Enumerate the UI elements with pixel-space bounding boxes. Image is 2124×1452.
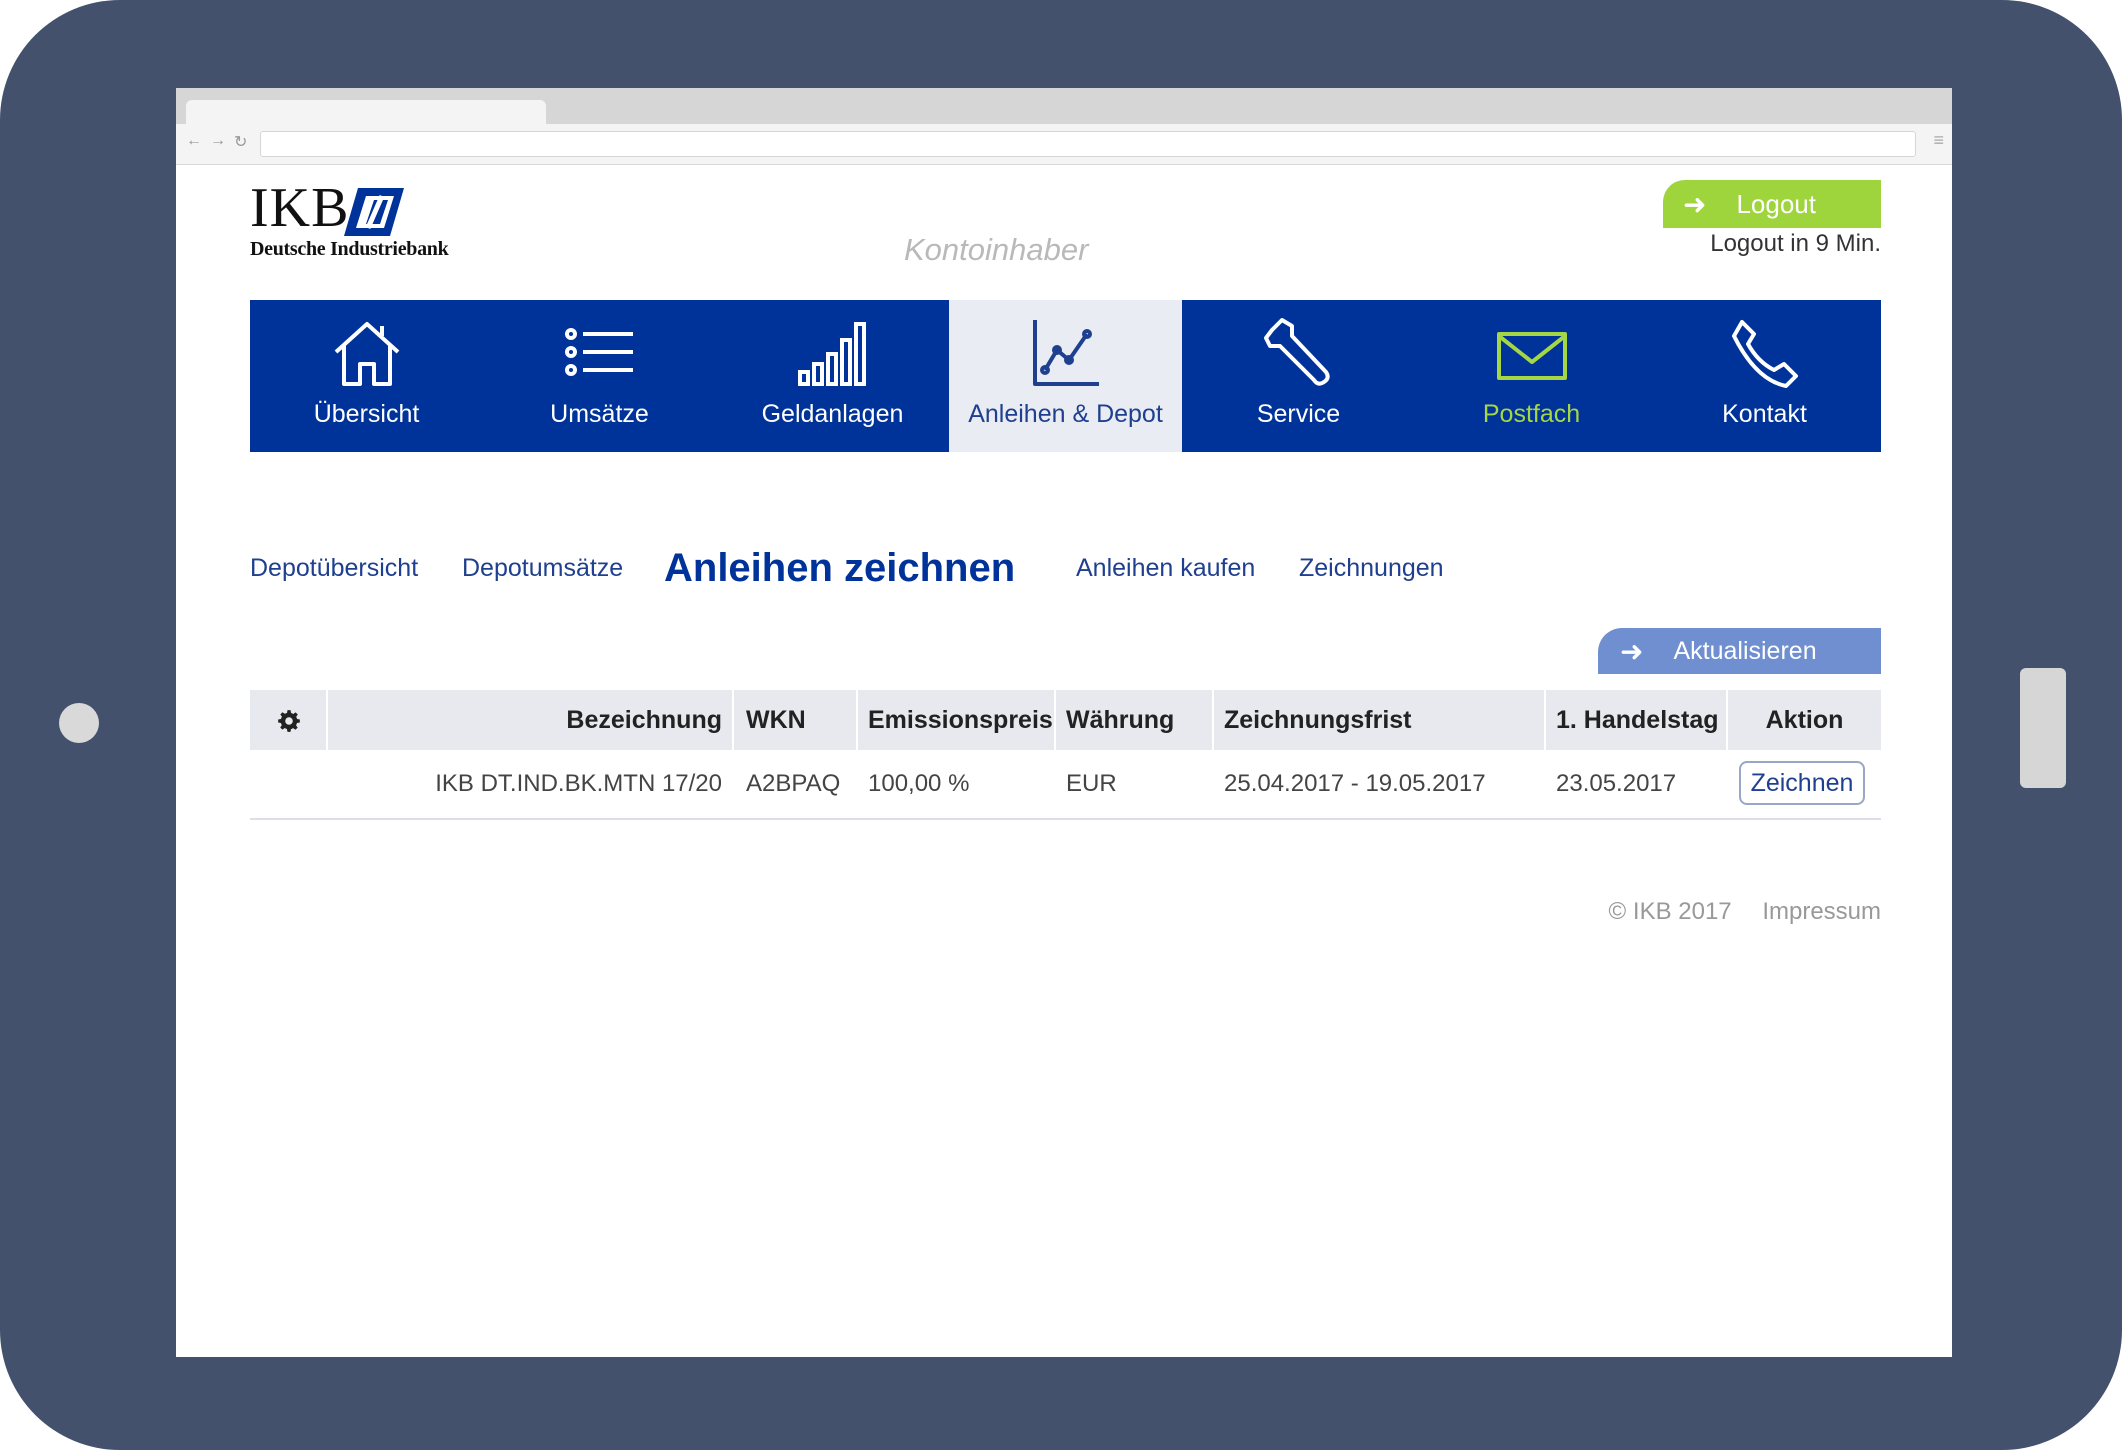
table-header: Bezeichnung WKN Emissionspreis Währung Z… xyxy=(250,690,1881,750)
tablet-side-button[interactable] xyxy=(2020,668,2066,788)
cell-wkn: A2BPAQ xyxy=(746,770,841,797)
main-nav: Übersicht Umsätze Geldanlagen Anleihen &… xyxy=(250,300,1881,452)
browser-tab[interactable] xyxy=(186,100,546,124)
cell-waehrung: EUR xyxy=(1066,770,1117,797)
column-header-handelstag[interactable]: 1. Handelstag xyxy=(1556,690,1719,750)
back-icon[interactable]: ← xyxy=(186,132,202,150)
nav-item-kontakt[interactable]: Kontakt xyxy=(1648,300,1881,452)
bond-table: Bezeichnung WKN Emissionspreis Währung Z… xyxy=(250,690,1881,820)
logo-brand: IKB xyxy=(250,177,350,239)
ikb-logo[interactable]: IKB Deutsche Industriebank xyxy=(250,180,450,260)
browser-menu-icon[interactable]: ≡ xyxy=(1933,130,1944,151)
browser-tab-strip xyxy=(176,88,1952,124)
logo-subtitle: Deutsche Industriebank xyxy=(250,238,449,260)
reload-icon[interactable]: ↻ xyxy=(234,132,247,152)
signal-bars-icon xyxy=(797,322,866,386)
nav-item-anleihen-depot[interactable]: Anleihen & Depot xyxy=(949,300,1182,452)
column-header-bezeichnung[interactable]: Bezeichnung xyxy=(328,690,722,750)
home-icon xyxy=(334,322,399,386)
cell-bezeichnung: IKB DT.IND.BK.MTN 17/20 xyxy=(435,770,722,797)
column-divider xyxy=(1054,690,1056,750)
nav-item-label: Übersicht xyxy=(313,400,420,428)
impressum-link[interactable]: Impressum xyxy=(1762,898,1881,925)
zeichnen-button[interactable]: Zeichnen xyxy=(1739,761,1865,805)
address-bar[interactable] xyxy=(260,131,1916,157)
nav-item-label: Anleihen & Depot xyxy=(968,400,1163,428)
logout-timer: Logout in 9 Min. xyxy=(1710,230,1881,257)
column-header-emissionspreis[interactable]: Emissionspreis xyxy=(868,690,1053,750)
ikb-logo-mark-icon xyxy=(344,188,404,236)
nav-item-uebersicht[interactable]: Übersicht xyxy=(250,300,483,452)
nav-item-label: Umsätze xyxy=(550,400,649,428)
cell-emissionspreis: 100,00 % xyxy=(868,770,970,797)
footer: © IKB 2017 Impressum xyxy=(1585,898,1881,926)
browser-toolbar: ← → ↻ ≡ xyxy=(176,124,1952,165)
arrow-right-icon: ➜ xyxy=(1683,188,1707,220)
column-divider xyxy=(732,690,734,750)
phone-icon xyxy=(1731,320,1798,388)
column-header-zeichnungsfrist[interactable]: Zeichnungsfrist xyxy=(1224,690,1412,750)
nav-item-label: Postfach xyxy=(1482,400,1581,428)
copyright-text: © IKB 2017 xyxy=(1608,898,1732,925)
nav-item-label: Service xyxy=(1256,400,1341,428)
subnav-depotuebersicht[interactable]: Depotübersicht xyxy=(250,538,418,598)
refresh-label: Aktualisieren xyxy=(1673,636,1817,665)
column-divider xyxy=(1212,690,1214,750)
nav-item-service[interactable]: Service xyxy=(1182,300,1415,452)
screen: ← → ↻ ≡ IKB Deutsche Industriebank Konto… xyxy=(176,88,1952,1357)
column-header-waehrung[interactable]: Währung xyxy=(1066,690,1174,750)
arrow-right-icon: ➜ xyxy=(1620,635,1644,667)
account-holder-label: Kontoinhaber xyxy=(904,232,1089,267)
column-header-wkn[interactable]: WKN xyxy=(746,690,806,750)
envelope-icon xyxy=(1496,332,1567,380)
table-row: IKB DT.IND.BK.MTN 17/20 A2BPAQ 100,00 % … xyxy=(250,750,1881,820)
nav-item-umsaetze[interactable]: Umsätze xyxy=(483,300,716,452)
forward-icon[interactable]: → xyxy=(210,132,226,150)
logout-button[interactable]: ➜ Logout xyxy=(1663,180,1881,228)
subnav-depotumsaetze[interactable]: Depotumsätze xyxy=(462,538,623,598)
nav-item-postfach[interactable]: Postfach xyxy=(1415,300,1648,452)
cell-zeichnungsfrist: 25.04.2017 - 19.05.2017 xyxy=(1224,770,1486,797)
nav-item-geldanlagen[interactable]: Geldanlagen xyxy=(716,300,949,452)
subnav-zeichnungen[interactable]: Zeichnungen xyxy=(1299,538,1444,598)
cell-handelstag: 23.05.2017 xyxy=(1556,770,1677,797)
column-divider xyxy=(1544,690,1546,750)
logout-label: Logout xyxy=(1736,188,1816,219)
subnav-anleihen-kaufen[interactable]: Anleihen kaufen xyxy=(1076,538,1255,598)
chart-line-icon xyxy=(1032,320,1099,386)
gear-icon[interactable] xyxy=(274,690,304,750)
nav-item-label: Kontakt xyxy=(1722,400,1807,428)
column-header-aktion: Aktion xyxy=(1765,706,1844,734)
nav-item-label: Geldanlagen xyxy=(761,400,904,428)
subnav-anleihen-zeichnen[interactable]: Anleihen zeichnen xyxy=(664,538,1015,598)
refresh-button[interactable]: ➜ Aktualisieren xyxy=(1598,628,1881,674)
tablet-home-button[interactable] xyxy=(59,703,99,743)
tablet-frame: ← → ↻ ≡ IKB Deutsche Industriebank Konto… xyxy=(0,0,2122,1450)
wrench-icon xyxy=(1263,318,1330,386)
column-divider xyxy=(856,690,858,750)
list-icon xyxy=(564,328,633,376)
